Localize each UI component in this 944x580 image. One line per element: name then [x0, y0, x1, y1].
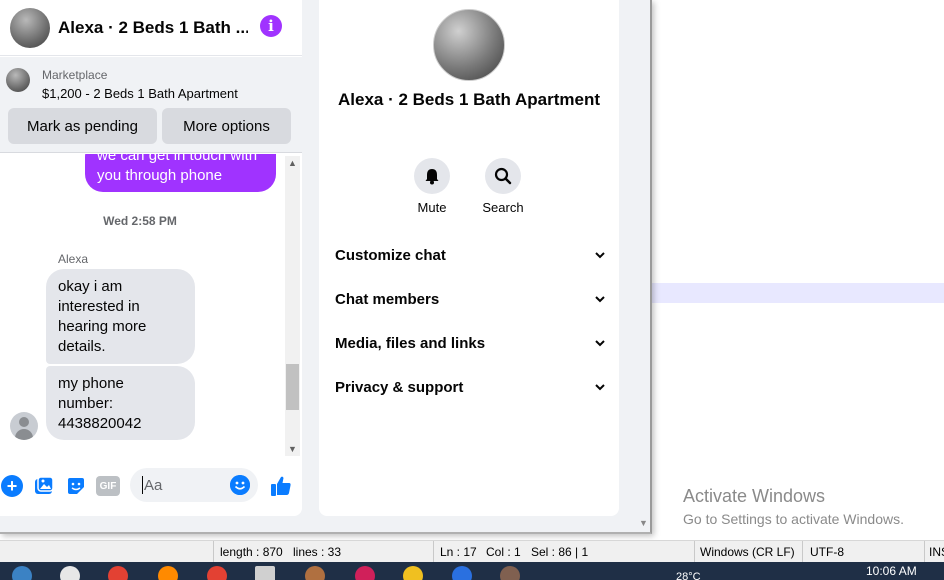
customize-chat-label: Customize chat [335, 246, 446, 264]
privacy-support-label: Privacy & support [335, 378, 464, 396]
info-icon[interactable]: i [260, 15, 282, 37]
app-icon[interactable] [355, 566, 375, 580]
info-name: Alexa · 2 Beds 1 Bath Apartment [338, 90, 600, 109]
activate-subtitle: Go to Settings to activate Windows. [683, 511, 904, 527]
chevron-down-icon [595, 384, 605, 391]
status-lines: lines : 33 [293, 545, 342, 559]
status-length: length : 870 [220, 545, 283, 559]
mark-as-pending-button[interactable]: Mark as pending [8, 108, 157, 144]
message-timestamp: Wed 2:58 PM [103, 214, 177, 228]
message-input-placeholder: Aa [144, 476, 163, 494]
customize-chat-section[interactable]: Customize chat [335, 245, 605, 265]
marketplace-banner: Marketplace $1,200 - 2 Beds 1 Bath Apart… [0, 57, 302, 153]
mute-label: Mute [417, 200, 447, 215]
editor-status-bar: length : 870 lines : 33 Ln : 17 Col : 1 … [0, 540, 944, 563]
gif-icon[interactable]: GIF [96, 476, 120, 496]
listing-thumbnail[interactable] [6, 68, 30, 92]
info-avatar[interactable] [433, 9, 505, 81]
weather-temperature[interactable]: 28°C [676, 571, 701, 580]
app-icon[interactable] [403, 566, 423, 580]
privacy-support-section[interactable]: Privacy & support [335, 377, 605, 397]
chevron-down-icon [595, 296, 605, 303]
status-separator [924, 541, 925, 563]
status-separator [433, 541, 434, 563]
text-caret [142, 476, 143, 494]
message-scrollbar[interactable]: ▲ ▼ [285, 156, 300, 456]
status-separator [802, 541, 803, 563]
chat-avatar[interactable] [10, 7, 50, 48]
chat-header[interactable]: Alexa · 2 Beds 1 Bath ... i [0, 0, 302, 56]
app-icon[interactable] [452, 566, 472, 580]
chrome-icon[interactable] [108, 566, 128, 580]
chrome-icon[interactable] [207, 566, 227, 580]
message-composer: + GIF Aa [0, 466, 302, 506]
sender-name: Alexa [58, 252, 89, 266]
emoji-icon[interactable] [230, 475, 250, 495]
incoming-message[interactable]: okay i am interested in hearing more det… [46, 269, 195, 364]
status-line-number: Ln : 17 [440, 545, 477, 559]
message-list[interactable]: we can get in touch with you through pho… [0, 154, 285, 456]
search-label: Search [482, 200, 524, 215]
chat-info-panel: Alexa · 2 Beds 1 Bath Apartment Mute Sea… [319, 0, 619, 516]
search-button[interactable]: Search [473, 158, 533, 215]
status-separator [694, 541, 695, 563]
chevron-down-icon [595, 252, 605, 259]
sender-avatar[interactable] [10, 412, 38, 440]
status-insert-mode: INS [929, 545, 944, 559]
chat-title[interactable]: Alexa · 2 Beds 1 Bath ... [58, 18, 248, 38]
photo-icon[interactable] [33, 475, 55, 497]
media-files-links-section[interactable]: Media, files and links [335, 333, 605, 353]
taskbar-clock[interactable]: 10:06 AM [866, 564, 917, 578]
bell-icon[interactable] [414, 158, 450, 194]
plus-icon[interactable]: + [1, 475, 23, 497]
media-files-links-label: Media, files and links [335, 334, 486, 352]
messenger-window: Alexa · 2 Beds 1 Bath ... i Marketplace … [0, 0, 652, 534]
windows-taskbar: 28°C 10:06 AM [0, 562, 944, 580]
window-scroll-down-arrow-icon[interactable]: ▼ [639, 518, 648, 528]
mute-button[interactable]: Mute [402, 158, 462, 215]
outgoing-message[interactable]: we can get in touch with you through pho… [85, 154, 276, 192]
paint-icon[interactable] [60, 566, 80, 580]
status-encoding: UTF-8 [810, 545, 844, 559]
firefox-icon[interactable] [158, 566, 178, 580]
status-separator [213, 541, 214, 563]
sticker-icon[interactable] [65, 475, 87, 497]
more-options-button[interactable]: More options [162, 108, 291, 144]
chat-members-label: Chat members [335, 290, 440, 308]
app-icon[interactable] [500, 566, 520, 580]
status-column: Col : 1 [486, 545, 521, 559]
listing-title[interactable]: $1,200 - 2 Beds 1 Bath Apartment [42, 86, 238, 101]
app-icon[interactable] [305, 566, 325, 580]
search-icon[interactable] [485, 158, 521, 194]
chat-panel: Alexa · 2 Beds 1 Bath ... i Marketplace … [0, 0, 302, 516]
status-eol: Windows (CR LF) [700, 545, 795, 559]
notepad-icon[interactable] [255, 566, 275, 580]
scroll-thumb[interactable] [286, 364, 299, 410]
edge-icon[interactable] [12, 566, 32, 580]
scroll-up-arrow-icon[interactable]: ▲ [288, 158, 297, 168]
incoming-message[interactable]: my phone number: 4438820042 [46, 366, 195, 440]
chat-members-section[interactable]: Chat members [335, 289, 605, 309]
activate-title: Activate Windows [683, 486, 826, 506]
scroll-down-arrow-icon[interactable]: ▼ [288, 444, 297, 454]
current-line-highlight [650, 283, 944, 303]
chevron-down-icon [595, 340, 605, 347]
activate-windows-watermark: Activate Windows Go to Settings to activ… [683, 486, 904, 527]
marketplace-label: Marketplace [42, 68, 108, 82]
thumbs-up-icon[interactable] [268, 473, 294, 499]
status-selection: Sel : 86 | 1 [531, 545, 589, 559]
